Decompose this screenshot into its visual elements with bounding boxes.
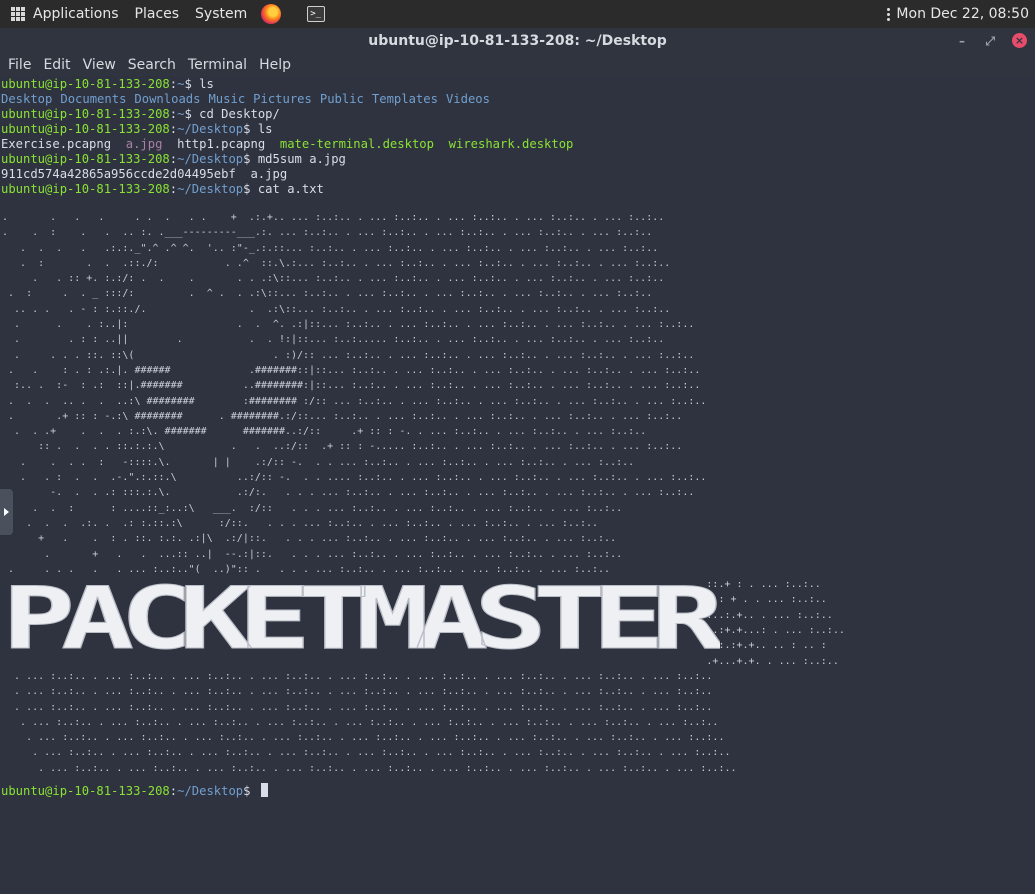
top-panel: Applications Places System >_ Mon Dec 22… <box>0 0 1035 28</box>
terminal-launcher[interactable]: >_ <box>307 0 326 28</box>
terminal-area[interactable]: ubuntu@ip-10-81-133-208:~$ ls Desktop Doc… <box>0 76 1035 894</box>
minimize-icon[interactable]: – <box>959 28 965 54</box>
terminal-line: Exercise.pcapng a.jpg http1.pcapng mate-… <box>1 137 574 151</box>
expand-arrow-icon <box>4 508 9 516</box>
clock-label: Mon Dec 22, 08:50 <box>896 6 1029 22</box>
side-panel-handle[interactable] <box>0 489 13 535</box>
places-menu[interactable]: Places <box>135 0 180 28</box>
window-title: ubuntu@ip-10-81-133-208: ~/Desktop <box>368 33 667 49</box>
terminal-line: ubuntu@ip-10-81-133-208:~$ cd Desktop/ <box>1 107 280 121</box>
menu-terminal[interactable]: Terminal <box>188 57 247 73</box>
banner-text: PACKETMASTER <box>2 569 720 660</box>
more-vert-icon <box>887 7 891 21</box>
terminal-line: ubuntu@ip-10-81-133-208:~/Desktop$ md5su… <box>1 152 346 166</box>
places-label: Places <box>134 6 180 22</box>
apps-grid-icon <box>11 7 25 21</box>
ascii-art: . . . . . . . . . + .:.+.. ... :..:.. . … <box>2 212 845 774</box>
terminal-line: ubuntu@ip-10-81-133-208:~/Desktop$ <box>1 783 268 799</box>
applications-label: Applications <box>33 6 119 22</box>
close-icon[interactable]: × <box>1012 33 1027 48</box>
clock[interactable]: Mon Dec 22, 08:50 <box>887 0 1029 28</box>
menu-edit[interactable]: Edit <box>43 57 70 73</box>
terminal-line: 911cd574a42865a956ccde2d04495ebf a.jpg <box>1 167 288 181</box>
system-menu[interactable]: System <box>195 0 247 28</box>
text-cursor <box>260 783 268 797</box>
window-titlebar[interactable]: ubuntu@ip-10-81-133-208: ~/Desktop – ⤢ × <box>0 28 1035 54</box>
menu-file[interactable]: File <box>8 57 31 73</box>
menu-help[interactable]: Help <box>259 57 291 73</box>
terminal-line: Desktop Documents Downloads Music Pictures Pu… <box>1 92 490 106</box>
terminal-icon: >_ <box>307 6 326 22</box>
applications-menu[interactable]: Applications <box>0 0 119 28</box>
menu-bar: File Edit View Search Terminal Help <box>0 54 1035 76</box>
system-label: System <box>195 6 248 22</box>
terminal-line: ubuntu@ip-10-81-133-208:~$ ls <box>1 77 214 91</box>
terminal-line: ubuntu@ip-10-81-133-208:~/Desktop$ ls <box>1 122 273 136</box>
firefox-launcher[interactable] <box>261 0 291 28</box>
menu-view[interactable]: View <box>83 57 116 73</box>
packetmaster-banner: PACKETMASTER <box>2 569 721 661</box>
menu-search[interactable]: Search <box>128 57 176 73</box>
restore-icon[interactable]: ⤢ <box>985 28 995 54</box>
terminal-line: ubuntu@ip-10-81-133-208:~/Desktop$ cat a… <box>1 182 324 196</box>
firefox-icon <box>261 4 282 24</box>
